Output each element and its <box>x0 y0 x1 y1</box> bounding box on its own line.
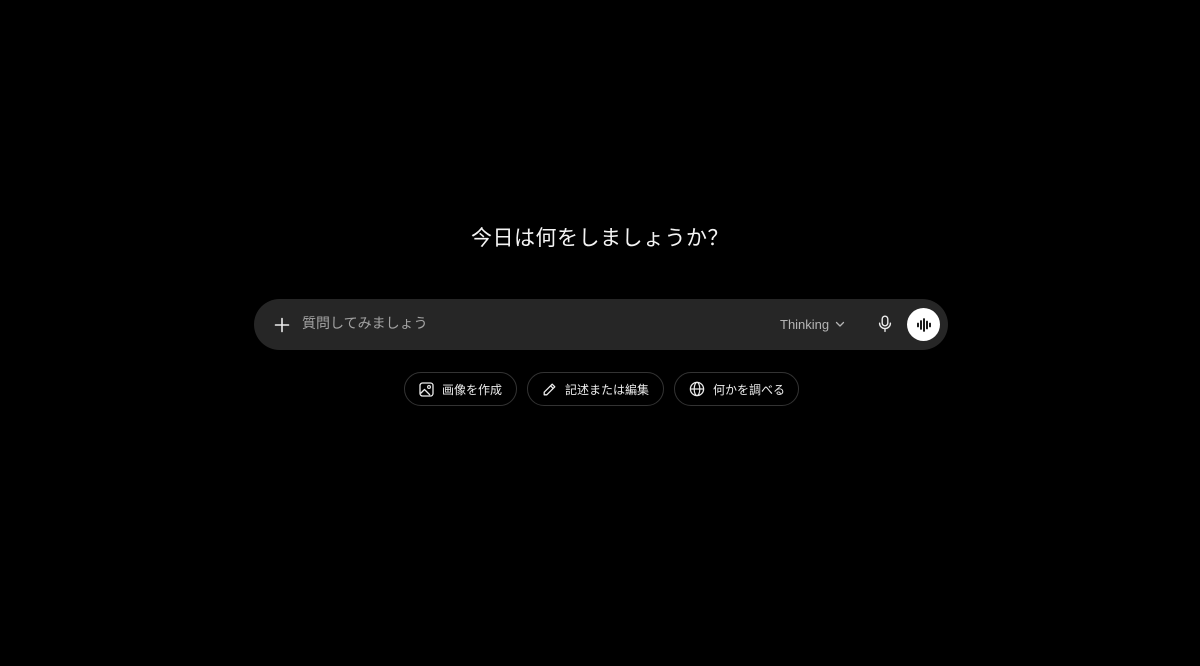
suggestion-search[interactable]: 何かを調べる <box>674 372 799 406</box>
dictate-button[interactable] <box>873 312 897 336</box>
suggestion-label: 何かを調べる <box>713 382 786 397</box>
suggestion-label: 画像を作成 <box>442 382 503 397</box>
plus-icon <box>274 317 290 333</box>
suggestion-create-image[interactable]: 画像を作成 <box>404 372 517 406</box>
microphone-icon <box>878 315 892 333</box>
model-selector[interactable]: Thinking <box>780 312 845 336</box>
prompt-composer: Thinking <box>254 299 948 350</box>
pencil-icon <box>543 383 556 395</box>
attach-button[interactable] <box>268 311 296 339</box>
chat-home: 今日は何をしましょうか？ Thinking <box>0 0 1200 666</box>
suggestion-write-or-edit[interactable]: 記述または編集 <box>527 372 664 406</box>
chevron-down-icon <box>835 321 845 327</box>
model-selector-label: Thinking <box>780 316 830 332</box>
suggestion-chips: 画像を作成 記述または編集 何かを調べる <box>0 372 1200 408</box>
suggestion-label: 記述または編集 <box>565 382 650 397</box>
page-title: 今日は何をしましょうか？ <box>471 226 729 250</box>
image-icon <box>419 381 434 397</box>
voice-mode-button[interactable] <box>907 308 940 341</box>
waveform-icon <box>916 317 931 332</box>
globe-icon <box>689 381 705 397</box>
prompt-input[interactable] <box>302 309 762 339</box>
